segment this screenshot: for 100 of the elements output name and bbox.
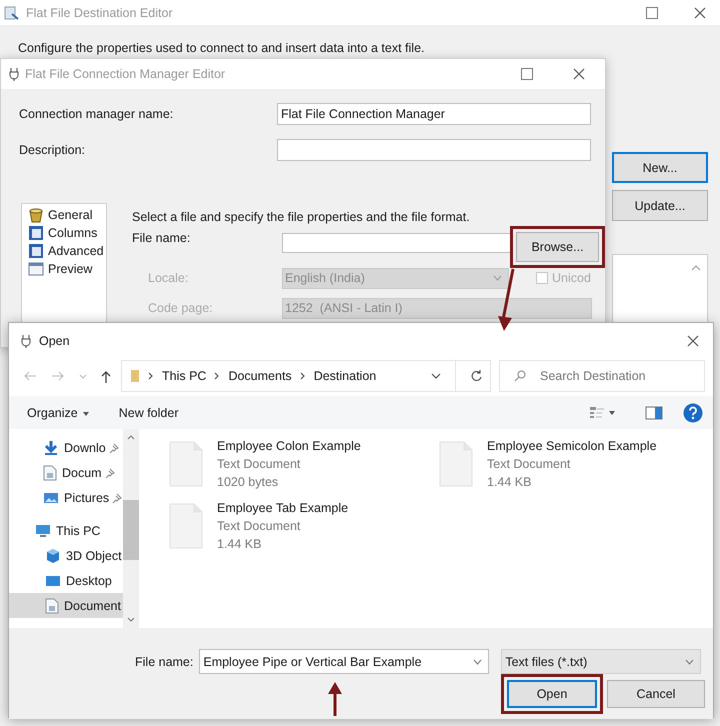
file-icon <box>169 441 203 487</box>
up-arrow-icon[interactable] <box>101 370 111 382</box>
field-label: Description: <box>19 143 86 157</box>
document-icon <box>45 598 59 614</box>
plug-icon <box>9 67 19 81</box>
caret-icon <box>493 275 502 281</box>
download-icon <box>43 440 59 456</box>
page-item[interactable]: Preview <box>48 262 92 276</box>
nav-label: Docum <box>62 466 102 480</box>
scroll-up-icon <box>127 435 135 440</box>
document-icon <box>43 464 57 480</box>
search-icon <box>514 370 526 382</box>
window-title: Open <box>39 334 70 348</box>
scroll-thumb[interactable] <box>123 500 139 560</box>
nav-item[interactable]: Pictures <box>9 485 123 510</box>
nav-label: 3D Object <box>66 548 122 562</box>
refresh-icon[interactable] <box>470 370 482 382</box>
page-item[interactable]: General <box>48 208 92 222</box>
file-name-combo-box[interactable]: Employee Pipe or Vertical Bar Example <box>199 649 490 674</box>
file-size: 1.44 KB <box>217 536 262 553</box>
file-icon <box>169 503 203 549</box>
scroll-down-icon <box>127 617 135 622</box>
nav-label: This PC <box>56 524 100 538</box>
preview-icon <box>28 261 44 277</box>
scrollbar[interactable] <box>123 429 139 628</box>
field-label: Code page: <box>147 301 214 315</box>
nav-label: Pictures <box>64 490 110 504</box>
search-field[interactable]: Search Destination <box>538 361 704 391</box>
checkbox-label: Unicod <box>551 271 591 285</box>
file-size: 1020 bytes <box>217 474 280 491</box>
grid-icon <box>28 243 44 259</box>
scroll-up-icon <box>691 265 701 271</box>
file-name[interactable]: Employee Colon Example <box>217 437 361 455</box>
help-icon[interactable] <box>683 402 703 422</box>
grid-icon <box>28 225 44 241</box>
page-item[interactable]: Columns <box>48 226 98 240</box>
window-title: Flat File Connection Manager Editor <box>25 67 226 81</box>
text-field[interactable] <box>277 139 591 161</box>
plug-icon <box>21 334 31 348</box>
nav-item[interactable]: Document <box>9 593 123 618</box>
pictures-icon <box>43 490 59 504</box>
field-label: Locale: <box>147 271 190 285</box>
chevron-icon <box>148 372 154 380</box>
file-name[interactable]: Employee Tab Example <box>217 499 348 517</box>
page-item[interactable]: Advanced <box>48 244 104 258</box>
organize-menu[interactable]: Organize <box>19 402 97 424</box>
nav-item[interactable]: This PC <box>9 518 123 543</box>
breadcrumb-item[interactable]: Documents <box>228 369 292 383</box>
app-icon <box>4 4 20 20</box>
close-icon[interactable] <box>687 335 699 347</box>
window-title: Flat File Destination Editor <box>26 6 173 20</box>
instruction-text: Select a file and specify the file properties and the file format. <box>132 209 471 225</box>
folder-icon <box>130 369 140 383</box>
breadcrumb-item[interactable]: This PC <box>162 369 206 383</box>
field-label: Connection manager name: <box>19 107 174 121</box>
cancel-button[interactable]: Cancel <box>607 680 705 708</box>
caret-icon <box>82 412 89 416</box>
address-bar[interactable]: This PC Documents Destination <box>121 360 491 392</box>
view-options-icon[interactable] <box>589 406 605 420</box>
file-type-dropdown[interactable]: Text files (*.txt) <box>501 649 702 674</box>
description-text: Configure the properties used to connect to and insert data into a text file. <box>18 40 426 57</box>
search-box[interactable]: Search Destination <box>499 360 705 392</box>
file-type: Text Document <box>487 456 572 473</box>
caret-icon[interactable] <box>609 410 615 414</box>
desktop-icon <box>45 574 61 588</box>
update-button[interactable]: Update... <box>612 190 708 221</box>
nav-label: Downlo <box>64 440 106 454</box>
cube-icon <box>45 548 61 564</box>
annotation-arrow <box>327 682 343 716</box>
new-folder-button[interactable]: New folder <box>110 402 186 424</box>
new-button[interactable]: New... <box>612 152 708 183</box>
dropdown-caret-icon[interactable] <box>431 373 441 379</box>
nav-label: Document <box>64 598 121 612</box>
file-type: Text Document <box>217 456 302 473</box>
open-button[interactable]: Open <box>507 680 597 708</box>
field-label: File name: <box>135 654 194 668</box>
preview-pane-icon[interactable] <box>645 406 663 420</box>
close-icon[interactable] <box>573 68 585 80</box>
maximize-icon[interactable] <box>646 6 658 18</box>
file-name[interactable]: Employee Semicolon Example <box>487 437 657 455</box>
chevron-icon <box>214 372 220 380</box>
bucket-icon <box>28 207 44 223</box>
breadcrumb-item[interactable]: Destination <box>314 369 376 383</box>
caret-icon <box>685 658 694 664</box>
text-field[interactable]: Flat File Connection Manager <box>277 103 591 125</box>
computer-icon <box>35 522 51 538</box>
field-label: File name: <box>132 230 192 245</box>
nav-item[interactable]: Docum <box>9 460 123 485</box>
file-name-field[interactable] <box>282 233 512 253</box>
nav-label: Desktop <box>66 574 112 588</box>
caret-icon <box>473 658 482 664</box>
chevron-icon <box>300 372 306 380</box>
nav-item[interactable]: Desktop <box>9 568 123 593</box>
browse-button[interactable]: Browse... <box>516 232 599 262</box>
nav-item[interactable]: Downlo <box>9 435 123 460</box>
nav-item[interactable]: 3D Object <box>9 543 123 568</box>
maximize-icon[interactable] <box>521 68 533 80</box>
close-icon[interactable] <box>694 6 706 18</box>
file-icon <box>439 441 473 487</box>
file-size: 1.44 KB <box>487 474 532 491</box>
